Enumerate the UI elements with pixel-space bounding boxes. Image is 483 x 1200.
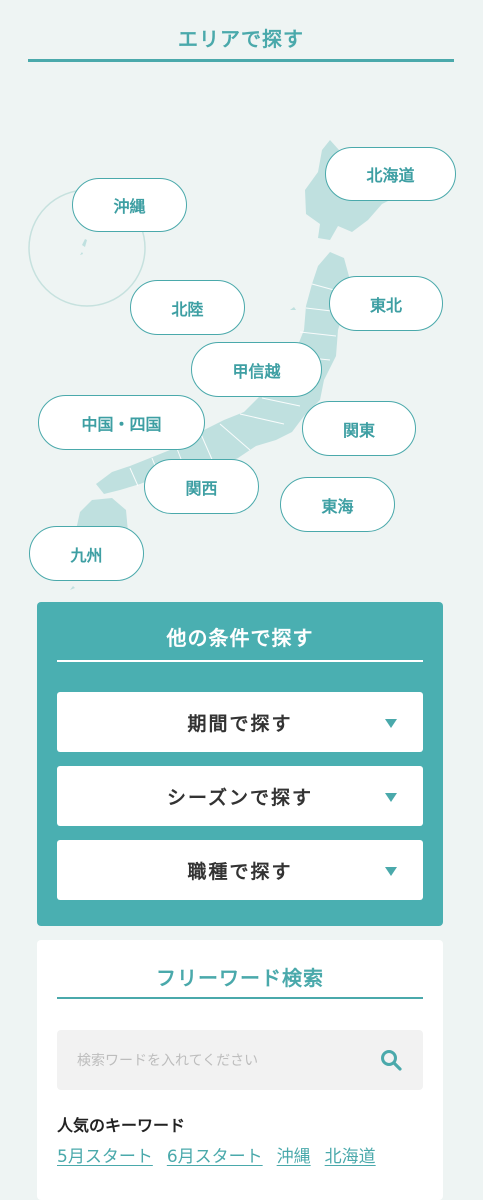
freeword-search-input[interactable] [75,1030,379,1092]
region-tokai-button[interactable]: 東海 [280,477,395,532]
popular-keywords-list: 5月スタート 6月スタート 沖縄 北海道 [57,1142,376,1167]
other-conditions-panel: 他の条件で探す 期間で探す シーズンで探す 職種で探す [37,602,443,926]
search-icon[interactable] [379,1048,403,1072]
area-title-underline [28,59,454,62]
region-kanto-button[interactable]: 関東 [302,401,416,456]
region-koshinetsu-button[interactable]: 甲信越 [191,342,322,397]
keyword-link-okinawa[interactable]: 沖縄 [277,1142,311,1167]
chevron-down-icon [385,719,397,728]
freeword-search-panel: フリーワード検索 人気のキーワード 5月スタート 6月スタート 沖縄 北海道 [37,940,443,1200]
freeword-search-underline [57,997,423,999]
okinawa-islands [80,228,97,255]
chevron-down-icon [385,793,397,802]
search-by-period-label: 期間で探す [187,712,293,735]
freeword-search-title: フリーワード検索 [156,966,324,990]
keyword-link-may-start[interactable]: 5月スタート [57,1142,153,1167]
region-kansai-button[interactable]: 関西 [144,459,259,514]
region-hokuriku-button[interactable]: 北陸 [130,280,245,335]
popular-keywords-title: 人気のキーワード [57,1116,186,1135]
area-search-header: エリアで探す [28,22,454,62]
other-conditions-title: 他の条件で探す [166,626,314,650]
search-by-job-label: 職種で探す [187,860,293,883]
keyword-link-june-start[interactable]: 6月スタート [167,1142,263,1167]
search-by-job-dropdown[interactable]: 職種で探す [57,840,423,900]
region-okinawa-button[interactable]: 沖縄 [72,178,187,232]
region-hokkaido-button[interactable]: 北海道 [325,147,456,201]
region-tohoku-button[interactable]: 東北 [329,276,443,331]
region-chugoku-shikoku-button[interactable]: 中国・四国 [38,395,205,450]
freeword-search-box [57,1030,423,1092]
other-conditions-underline [57,660,423,662]
keyword-link-hokkaido[interactable]: 北海道 [325,1142,376,1167]
chevron-down-icon [385,867,397,876]
japan-map: 沖縄 北海道 北陸 東北 甲信越 中国・四国 関東 関西 東海 九州 [0,80,483,600]
region-kyushu-button[interactable]: 九州 [29,526,144,581]
search-by-season-dropdown[interactable]: シーズンで探す [57,766,423,826]
search-by-season-label: シーズンで探す [166,786,314,809]
search-by-period-dropdown[interactable]: 期間で探す [57,692,423,752]
area-search-title: エリアで探す [178,27,304,51]
